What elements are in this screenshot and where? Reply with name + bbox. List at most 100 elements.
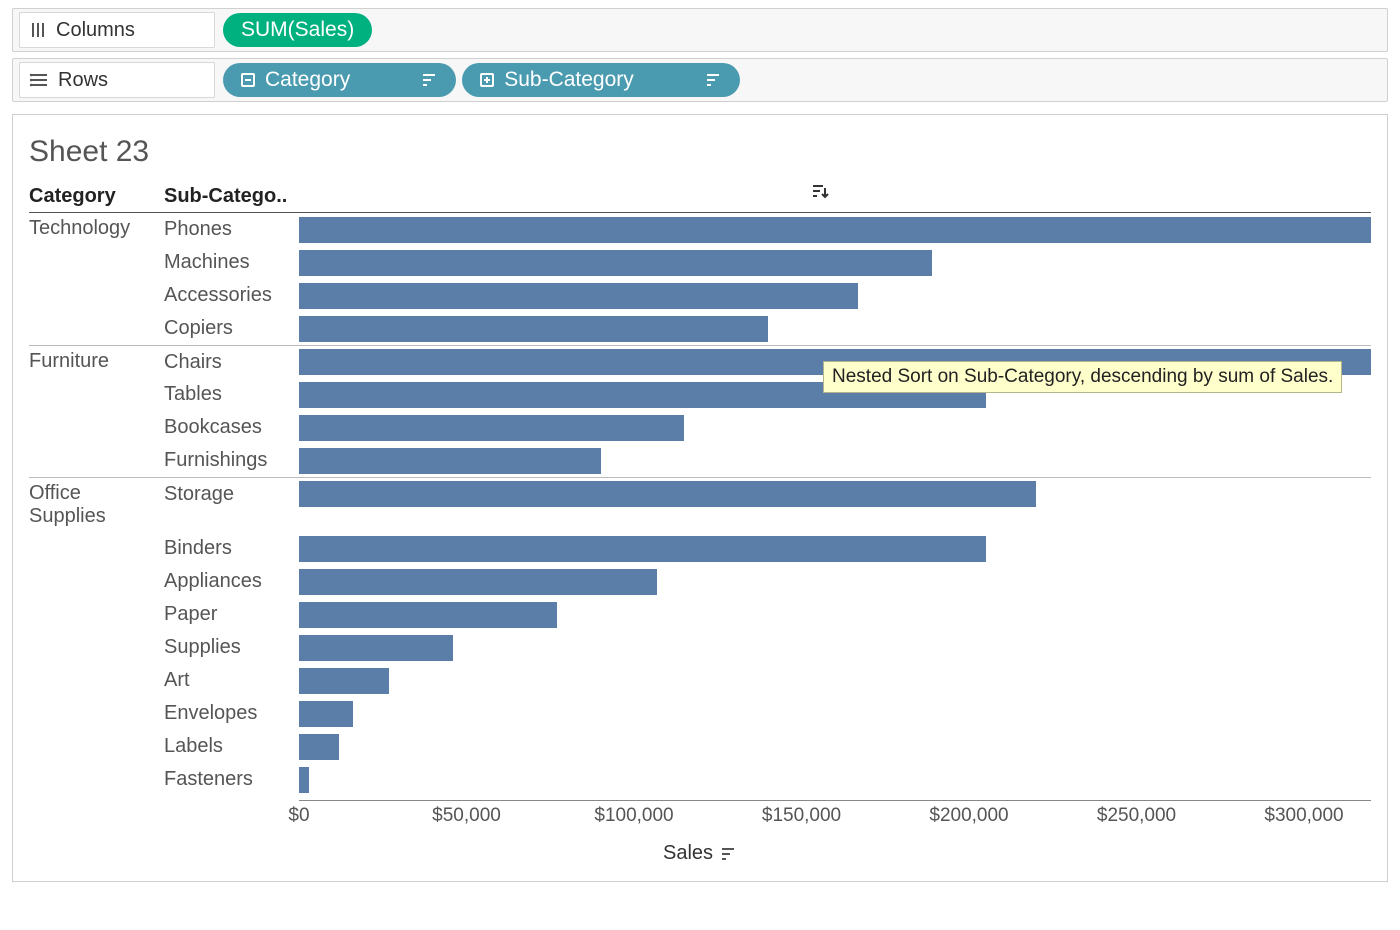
category-cell[interactable] (29, 279, 164, 312)
header-category[interactable]: Category (29, 185, 164, 213)
sort-desc-icon[interactable] (706, 73, 722, 87)
bar-row (299, 763, 1371, 796)
bar-row (299, 312, 1371, 345)
bar-row (299, 477, 1371, 510)
bar[interactable] (299, 569, 657, 595)
category-cell[interactable] (29, 697, 164, 730)
bar[interactable] (299, 316, 768, 342)
pill-category[interactable]: Category (223, 63, 456, 97)
sub-category-cell[interactable]: Copiers (164, 312, 299, 345)
rows-pills: Category Sub-Category (223, 63, 1381, 97)
pill-label: Sub-Category (504, 68, 634, 92)
collapse-icon[interactable] (241, 73, 255, 87)
sub-category-cell[interactable]: Fasteners (164, 763, 299, 796)
tick-label: $150,000 (762, 805, 841, 827)
columns-shelf[interactable]: Columns SUM(Sales) (12, 8, 1388, 52)
tick-label: $0 (288, 805, 309, 827)
bar[interactable] (299, 283, 858, 309)
sub-category-cell[interactable]: Paper (164, 598, 299, 631)
bar[interactable] (299, 767, 309, 793)
bar-row (299, 411, 1371, 444)
sub-category-cell[interactable]: Envelopes (164, 697, 299, 730)
category-cell[interactable] (29, 444, 164, 477)
bar[interactable] (299, 668, 389, 694)
columns-shelf-label-wrap: Columns (19, 12, 215, 48)
columns-pills: SUM(Sales) (223, 13, 1381, 47)
sub-category-cell[interactable]: Binders (164, 532, 299, 565)
bar[interactable] (299, 734, 339, 760)
bar-row (299, 730, 1371, 763)
rows-label: Rows (58, 69, 108, 92)
tick-label: $250,000 (1097, 805, 1176, 827)
sub-category-cell[interactable]: Storage (164, 477, 299, 510)
bar-row (299, 631, 1371, 664)
tick-label: $100,000 (594, 805, 673, 827)
sub-category-cell[interactable]: Bookcases (164, 411, 299, 444)
tick-label: $300,000 (1264, 805, 1343, 827)
header-sub-category[interactable]: Sub-Catego.. (164, 185, 299, 213)
category-cell[interactable] (29, 565, 164, 598)
chart-grid: Category Sub-Catego.. TechnologyPhonesMa… (29, 185, 1371, 796)
category-cell[interactable] (29, 664, 164, 697)
sheet-title[interactable]: Sheet 23 (29, 135, 1371, 169)
bar-row (299, 697, 1371, 730)
header-chart-area (299, 185, 1371, 213)
bar[interactable] (299, 217, 1371, 243)
sub-category-cell[interactable]: Accessories (164, 279, 299, 312)
pill-label: SUM(Sales) (241, 18, 354, 42)
bar[interactable] (299, 481, 1036, 507)
sub-category-cell[interactable]: Phones (164, 213, 299, 246)
pill-sub-category[interactable]: Sub-Category (462, 63, 740, 97)
bar[interactable] (299, 536, 986, 562)
bar[interactable] (299, 701, 353, 727)
bar[interactable] (299, 448, 601, 474)
category-cell[interactable] (29, 763, 164, 796)
sub-category-cell[interactable]: Labels (164, 730, 299, 763)
sort-desc-icon[interactable] (422, 73, 438, 87)
bar-row (299, 532, 1371, 565)
bar-row (299, 598, 1371, 631)
sort-tooltip: Nested Sort on Sub-Category, descending … (823, 361, 1342, 393)
category-cell[interactable]: Furniture (29, 345, 164, 378)
sheet-area: Sheet 23 Nested Sort on Sub-Category, de… (12, 114, 1388, 882)
bar[interactable] (299, 602, 557, 628)
sub-category-cell[interactable]: Art (164, 664, 299, 697)
category-cell[interactable] (29, 312, 164, 345)
category-cell[interactable]: Technology (29, 213, 164, 246)
rows-shelf[interactable]: Rows Category Sub-Category (12, 58, 1388, 102)
sort-desc-icon[interactable] (721, 847, 737, 861)
bar[interactable] (299, 635, 453, 661)
category-cell[interactable] (29, 246, 164, 279)
nested-sort-button[interactable] (809, 181, 831, 203)
columns-icon (30, 22, 46, 38)
shelves-panel: Columns SUM(Sales) Rows Category (0, 0, 1400, 110)
sub-category-cell[interactable]: Chairs (164, 345, 299, 378)
category-cell[interactable] (29, 598, 164, 631)
pill-sum-sales[interactable]: SUM(Sales) (223, 13, 372, 47)
sub-category-cell[interactable]: Furnishings (164, 444, 299, 477)
sub-category-cell[interactable]: Machines (164, 246, 299, 279)
category-cell[interactable] (29, 532, 164, 565)
rows-shelf-label-wrap: Rows (19, 62, 215, 98)
category-cell[interactable]: Office Supplies (29, 477, 164, 532)
tick-label: $50,000 (432, 805, 501, 827)
x-axis-ticks: $0$50,000$100,000$150,000$200,000$250,00… (299, 800, 1371, 826)
category-cell[interactable] (29, 378, 164, 411)
sub-category-cell[interactable]: Supplies (164, 631, 299, 664)
rows-icon (30, 73, 48, 87)
bar-row (299, 279, 1371, 312)
category-cell[interactable] (29, 631, 164, 664)
pill-label: Category (265, 68, 350, 92)
expand-icon[interactable] (480, 73, 494, 87)
bar-row (299, 246, 1371, 279)
sub-category-cell[interactable]: Tables (164, 378, 299, 411)
bar-row (299, 213, 1371, 246)
bar[interactable] (299, 415, 684, 441)
sub-category-cell[interactable]: Appliances (164, 565, 299, 598)
x-axis-label[interactable]: Sales (663, 842, 713, 865)
category-cell[interactable] (29, 730, 164, 763)
bar[interactable] (299, 250, 932, 276)
category-cell[interactable] (29, 411, 164, 444)
bar-row (299, 664, 1371, 697)
x-axis: $0$50,000$100,000$150,000$200,000$250,00… (29, 800, 1371, 826)
